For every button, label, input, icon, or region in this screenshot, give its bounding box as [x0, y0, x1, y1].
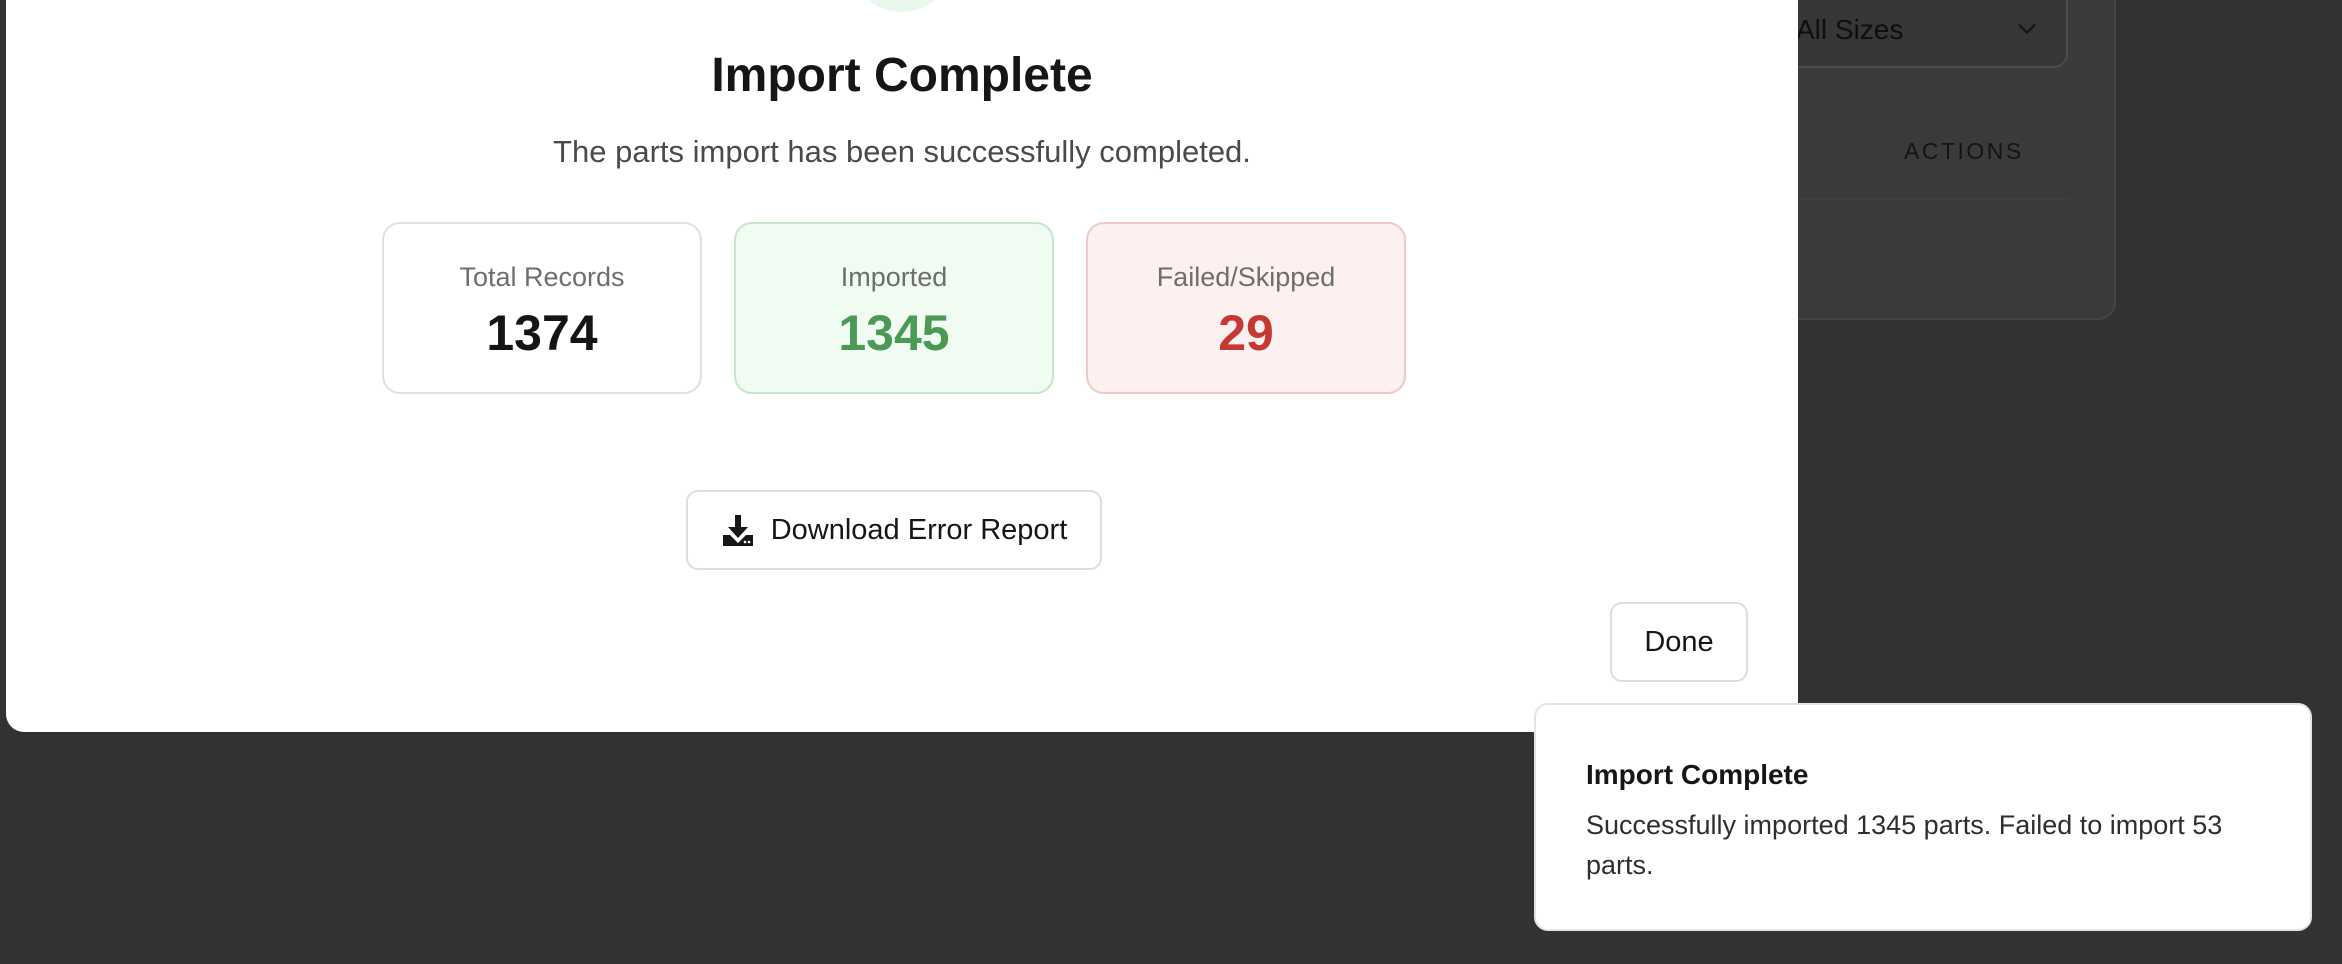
modal-title: Import Complete: [711, 49, 1093, 102]
import-toast: Import Complete Successfully imported 13…: [1534, 703, 2312, 931]
stat-label: Total Records: [459, 262, 625, 292]
done-button[interactable]: Done: [1610, 602, 1748, 682]
chevron-down-icon: [2018, 24, 2036, 34]
stat-card-imported: Imported 1345: [734, 222, 1054, 394]
stat-value: 1374: [486, 305, 598, 361]
stat-label: Imported: [840, 262, 948, 292]
stat-card-total-records: Total Records 1374: [382, 222, 702, 394]
stat-card-failed-skipped: Failed/Skipped 29: [1086, 222, 1406, 394]
success-check-icon: [854, 0, 950, 12]
size-filter-value: All Sizes: [1796, 14, 1904, 45]
import-complete-modal: Import Complete The parts import has bee…: [6, 0, 1798, 732]
download-button-label: Download Error Report: [770, 513, 1068, 546]
toast-title: Import Complete: [1586, 759, 1809, 790]
stat-value: 1345: [838, 305, 950, 361]
toast-message: Successfully imported 1345 parts. Failed…: [1586, 810, 2223, 880]
table-header-actions: ACTIONS: [1904, 138, 2024, 164]
stat-value: 29: [1218, 305, 1274, 361]
download-error-report-button[interactable]: Download Error Report: [686, 490, 1102, 570]
download-icon: [722, 515, 753, 546]
modal-subtitle: The parts import has been successfully c…: [553, 134, 1251, 169]
stat-label: Failed/Skipped: [1156, 262, 1336, 292]
